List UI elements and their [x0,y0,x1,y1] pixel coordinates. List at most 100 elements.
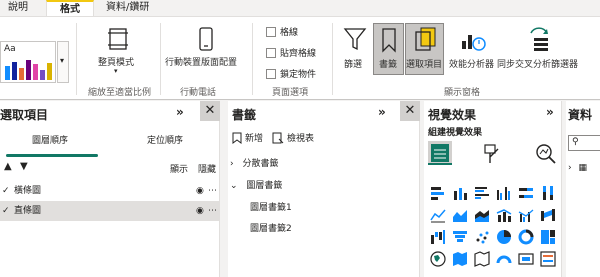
analytics-icon [536,144,556,164]
bookmark-item[interactable]: 圖層書籤2 [250,221,292,234]
page-view-button[interactable]: 整頁模式 ▾ [98,27,136,79]
list-item-label: 橫條圖 [14,186,42,196]
filters-button[interactable]: 篩選 [340,25,370,75]
bookmark-group[interactable]: › 分散書籤 [230,156,279,169]
close-icon[interactable]: ✕ [400,101,420,121]
donut-chart-icon[interactable] [518,229,534,245]
bookmark-icon [382,28,396,53]
tab-data-drill[interactable]: 資料/鑽研 [106,0,149,16]
area-chart-icon[interactable] [452,207,468,223]
chevron-right-icon: › [230,159,234,169]
move-down-icon[interactable]: ▼ [20,161,28,172]
table-icon: ▦ [578,163,587,173]
check-icon: ✓ [2,186,10,196]
stacked-column-chart-icon[interactable] [452,185,468,201]
eye-icon[interactable]: ◉ [196,181,204,201]
filled-map-icon[interactable] [452,251,468,267]
visualizations-pane: 視覺效果 » 組建視覺效果 [424,101,562,277]
list-item[interactable]: ✓ 橫條圖 ◉ ⋯ [0,181,220,201]
sync-slicers-button[interactable]: 同步交叉分析篩選器 [497,25,587,75]
funnel-chart-icon[interactable] [452,229,468,245]
100-column-chart-icon[interactable] [540,185,556,201]
snap-to-grid-checkbox[interactable]: 貼齊格線 [266,46,316,59]
performance-analyzer-label: 效能分析器 [449,60,495,70]
performance-analyzer-icon [462,35,486,51]
search-input[interactable]: ⚲ [568,135,600,151]
map-icon[interactable] [430,251,446,267]
list-item[interactable]: ✓ 直條圖 ◉ ⋯ [0,201,220,221]
collapse-pane-icon[interactable]: » [546,105,554,119]
bookmark-group[interactable]: ⌄ 圖層書籤 [230,178,282,191]
chevron-right-icon: › [568,163,572,173]
search-icon: ⚲ [572,137,579,147]
selection-button[interactable]: 選取項目 [405,23,444,75]
selection-pane-title: 選取項目 [0,108,49,122]
tab-layer-order[interactable]: 圖層順序 [32,133,68,146]
separator [332,23,333,95]
ribbon-chart-icon[interactable] [540,207,556,223]
bookmarks-button[interactable]: 書籤 [373,23,404,75]
bookmark-group-label: 分散書籤 [242,159,279,169]
bookmark-icon [232,132,242,144]
checkbox-box [266,26,276,37]
collapse-pane-icon[interactable]: » [378,105,386,119]
tab-format[interactable]: 格式 [46,0,94,16]
shape-map-icon[interactable] [474,251,490,267]
phone-icon [199,27,213,51]
ribbon: Aa ▾ 整頁模式 ▾ 縮放至適當比例 行動裝置版面配置 行動電話 格線 貼齊格… [0,16,600,100]
mobile-layout-button[interactable]: 行動裝置版面配置 [164,27,244,68]
build-visual-tab[interactable] [428,141,452,165]
selection-label: 選取項目 [406,60,443,70]
clustered-bar-chart-icon[interactable] [474,185,490,201]
view-button[interactable]: 檢視表 [272,131,314,144]
lock-objects-checkbox[interactable]: 鎖定物件 [266,67,316,80]
line-and-clustered-column-icon[interactable] [518,207,534,223]
more-options-icon[interactable]: ⋯ [208,201,217,221]
theme-gallery-scroll[interactable]: ▾ [57,41,69,83]
eye-icon[interactable]: ◉ [196,201,204,221]
clustered-column-chart-icon[interactable] [496,185,512,201]
paint-brush-icon [484,144,499,163]
filter-icon [343,28,367,51]
add-bookmark-button[interactable]: 新增 [232,131,263,144]
list-item-label: 直條圖 [14,206,42,216]
100-bar-chart-icon[interactable] [518,185,534,201]
line-chart-icon[interactable] [430,207,446,223]
sync-slicers-icon [530,27,548,51]
build-visual-icon [431,144,449,162]
analytics-tab[interactable] [534,143,556,165]
multi-row-card-icon[interactable] [540,251,556,267]
treemap-icon[interactable] [540,229,556,245]
separator [160,23,161,95]
bookmark-item[interactable]: 圖層書籤1 [250,200,292,213]
gridlines-checkbox[interactable]: 格線 [266,25,298,38]
mobile-layout-label: 行動裝置版面配置 [165,58,238,68]
mobile-group-label: 行動電話 [180,88,217,98]
selection-icon [415,27,436,51]
more-options-icon[interactable]: ⋯ [208,181,217,201]
ribbon-tabs: 說明 格式 資料/鑽研 [0,0,600,16]
close-icon[interactable]: ✕ [200,101,220,121]
waterfall-chart-icon[interactable] [430,229,446,245]
tab-tab-order[interactable]: 定位順序 [147,133,183,146]
gauge-icon[interactable] [496,251,512,267]
move-up-icon[interactable]: ▲ [4,161,12,172]
line-and-stacked-column-icon[interactable] [496,207,512,223]
stacked-bar-chart-icon[interactable] [430,185,446,201]
pie-chart-icon[interactable] [496,229,512,245]
check-icon: ✓ [2,206,10,216]
format-visual-tab[interactable] [482,143,504,165]
view-icon [272,132,284,143]
theme-preview-bars [5,60,52,80]
performance-analyzer-button[interactable]: 效能分析器 [449,25,497,75]
card-icon[interactable] [518,251,534,267]
collapse-pane-icon[interactable]: » [176,105,184,119]
tab-help[interactable]: 說明 [8,0,28,16]
scatter-chart-icon[interactable] [474,229,490,245]
table-item[interactable]: › ▦ [568,163,587,173]
theme-gallery[interactable]: Aa [0,41,56,83]
visualizations-pane-title: 視覺效果 [428,108,477,122]
active-tab-underline [6,154,98,157]
chevron-down-icon: ▾ [114,67,118,75]
stacked-area-chart-icon[interactable] [474,207,490,223]
